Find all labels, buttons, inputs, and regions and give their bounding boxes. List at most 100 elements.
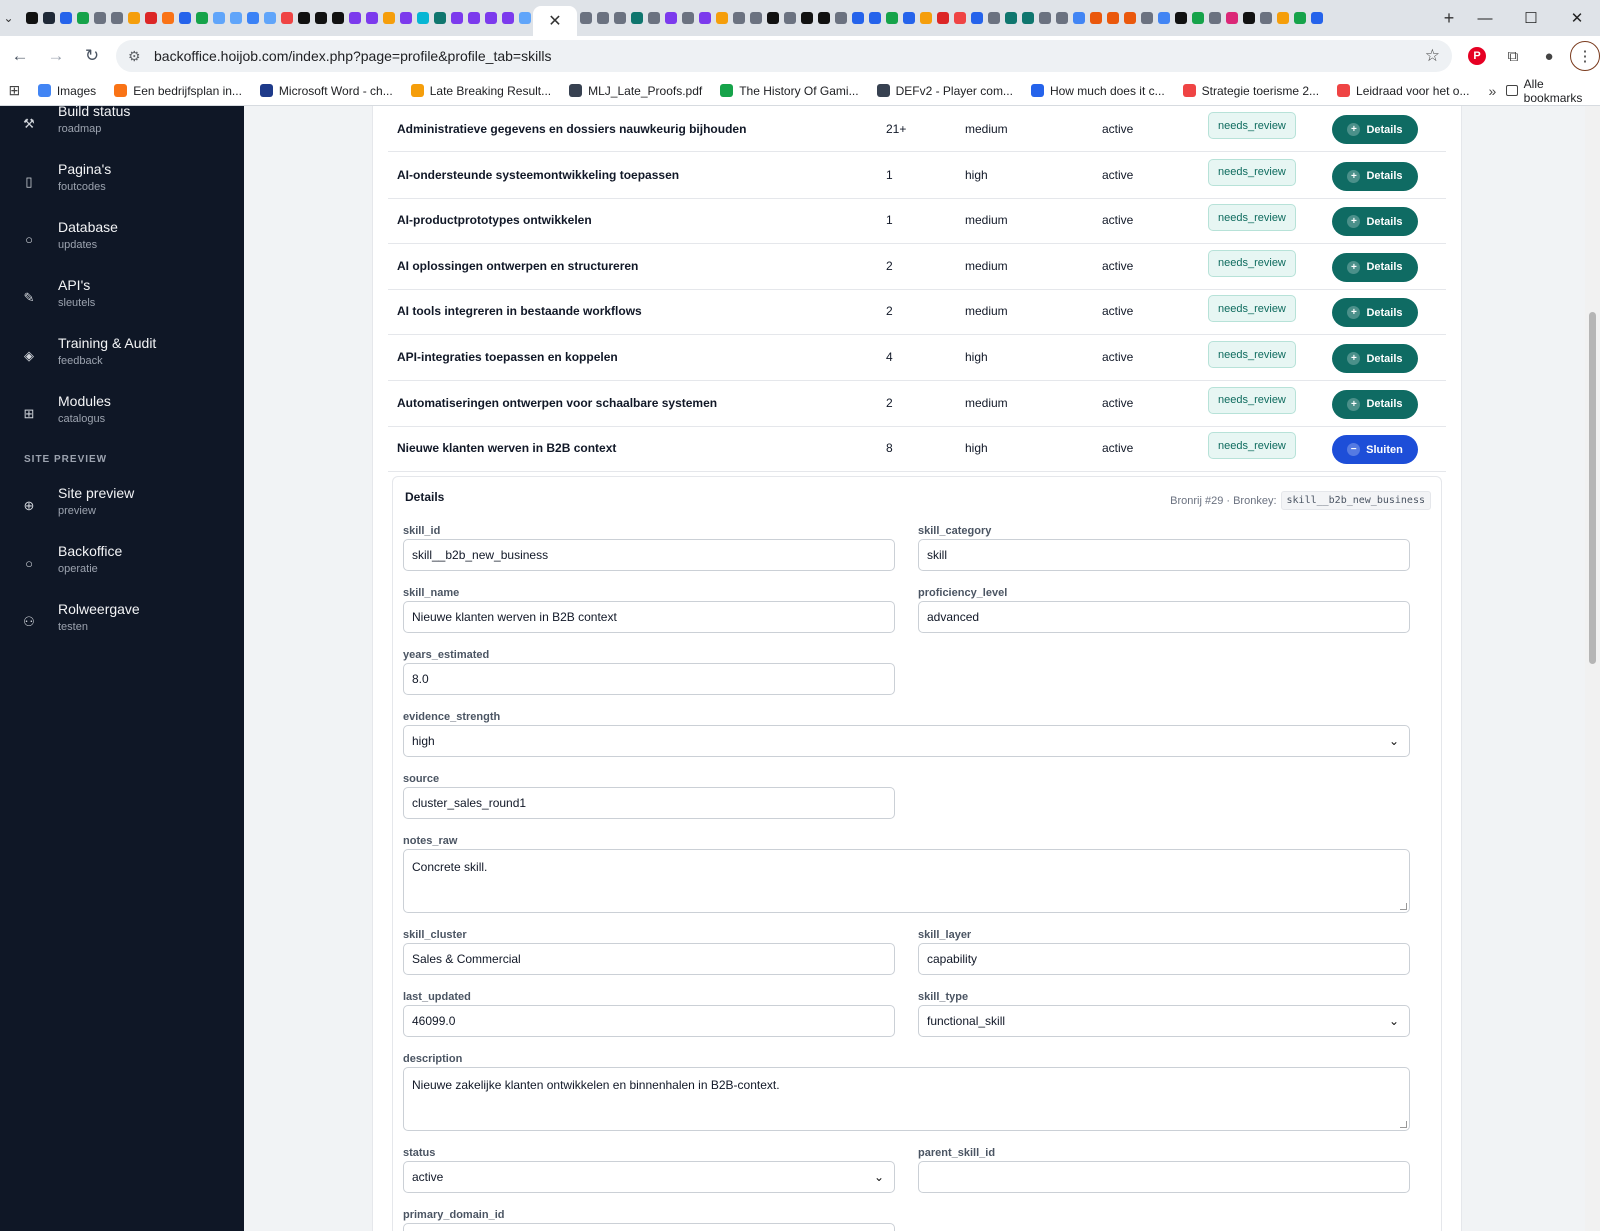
bookmark-item[interactable]: Late Breaking Result... <box>402 84 560 98</box>
maximize-button[interactable]: ☐ <box>1508 0 1554 36</box>
minimize-button[interactable]: — <box>1462 0 1508 36</box>
tab-favicon[interactable] <box>142 5 159 31</box>
tab-favicon[interactable] <box>482 5 499 31</box>
tab-favicon[interactable] <box>900 5 917 31</box>
tab-favicon[interactable] <box>798 5 815 31</box>
tab-favicon[interactable] <box>917 5 934 31</box>
tab-favicon[interactable] <box>363 5 380 31</box>
site-settings-icon[interactable]: ⚙ <box>128 48 150 65</box>
skill-category-input[interactable]: skill <box>918 539 1410 571</box>
back-icon[interactable]: ← <box>4 40 36 72</box>
tab-favicon[interactable] <box>346 5 363 31</box>
description-textarea[interactable]: Nieuwe zakelijke klanten ontwikkelen en … <box>403 1067 1410 1131</box>
tab-favicon[interactable] <box>1308 5 1325 31</box>
tab-favicon[interactable] <box>645 5 662 31</box>
tab-favicon[interactable] <box>1291 5 1308 31</box>
tab-favicon[interactable] <box>329 5 346 31</box>
primary-domain-id-input[interactable] <box>403 1223 895 1231</box>
tab-favicon[interactable] <box>431 5 448 31</box>
skill-layer-input[interactable]: capability <box>918 943 1410 975</box>
details-button[interactable]: + Details <box>1332 115 1418 144</box>
tab-favicon[interactable] <box>730 5 747 31</box>
sidebar-item-training-audit[interactable]: ◈ Training & Audit feedback <box>0 334 244 384</box>
tab-favicon[interactable] <box>883 5 900 31</box>
sidebar-item-paginas[interactable]: ▯ Pagina's foutcodes <box>0 160 244 210</box>
close-window-button[interactable]: ✕ <box>1554 0 1600 36</box>
tab-favicon[interactable] <box>594 5 611 31</box>
tab-favicon[interactable] <box>968 5 985 31</box>
tab-favicon[interactable] <box>278 5 295 31</box>
sidebar-item-build-status[interactable]: ⚒ Build status roadmap <box>0 106 244 152</box>
details-button[interactable]: + Details <box>1332 298 1418 328</box>
years-estimated-input[interactable]: 8.0 <box>403 663 895 695</box>
tab-favicon[interactable] <box>1155 5 1172 31</box>
tab-favicon[interactable] <box>662 5 679 31</box>
tab-favicon[interactable] <box>159 5 176 31</box>
forward-icon[interactable]: → <box>40 40 72 72</box>
tab-favicon[interactable] <box>193 5 210 31</box>
tab-favicon[interactable] <box>295 5 312 31</box>
tab-favicon[interactable] <box>244 5 261 31</box>
tab-favicon[interactable] <box>312 5 329 31</box>
tab-favicon[interactable] <box>1189 5 1206 31</box>
tab-favicon[interactable] <box>679 5 696 31</box>
tab-favicon[interactable] <box>781 5 798 31</box>
tab-favicon[interactable] <box>91 5 108 31</box>
tab-favicon[interactable] <box>380 5 397 31</box>
parent-skill-id-input[interactable] <box>918 1161 1410 1193</box>
tab-favicon[interactable] <box>261 5 278 31</box>
bookmark-item[interactable]: MLJ_Late_Proofs.pdf <box>560 84 711 98</box>
tab-favicon[interactable] <box>985 5 1002 31</box>
tab-favicon[interactable] <box>210 5 227 31</box>
tab-favicon[interactable] <box>696 5 713 31</box>
details-button[interactable]: + Details <box>1332 389 1418 419</box>
tab-favicon[interactable] <box>40 5 57 31</box>
tab-favicon[interactable] <box>1070 5 1087 31</box>
sidebar-item-site-preview[interactable]: ⊕ Site preview preview <box>0 484 244 534</box>
profile-avatar[interactable]: ● <box>1534 41 1564 71</box>
extensions-icon[interactable]: ⧉ <box>1498 41 1528 71</box>
apps-grid-icon[interactable]: ⊞ <box>0 82 29 99</box>
tab-favicon[interactable] <box>74 5 91 31</box>
address-bar[interactable]: ⚙ backoffice.hoijob.com/index.php?page=p… <box>116 40 1452 72</box>
tab-favicon[interactable] <box>1223 5 1240 31</box>
resize-handle-icon[interactable] <box>1400 903 1407 910</box>
tab-favicon[interactable] <box>176 5 193 31</box>
bookmark-item[interactable]: DEFv2 - Player com... <box>868 84 1022 98</box>
notes-raw-textarea[interactable]: Concrete skill. <box>403 849 1410 913</box>
bookmark-star-icon[interactable]: ☆ <box>1425 46 1440 66</box>
sidebar-item-rolweergave[interactable]: ⚇ Rolweergave testen <box>0 600 244 650</box>
details-button[interactable]: + Details <box>1332 344 1418 373</box>
tab-favicon[interactable] <box>1206 5 1223 31</box>
bookmark-item[interactable]: How much does it c... <box>1022 84 1174 98</box>
close-tab-icon[interactable]: ✕ <box>548 11 561 31</box>
tab-favicon[interactable] <box>1053 5 1070 31</box>
skill-name-input[interactable]: Nieuwe klanten werven in B2B context <box>403 601 895 633</box>
tab-favicon[interactable] <box>611 5 628 31</box>
skill-type-select[interactable]: functional_skill ⌄ <box>918 1005 1410 1037</box>
sidebar-item-database[interactable]: ○ Database updates <box>0 218 244 268</box>
tab-favicon[interactable] <box>1172 5 1189 31</box>
tab-favicon[interactable] <box>1274 5 1291 31</box>
tab-favicon[interactable] <box>1257 5 1274 31</box>
source-input[interactable]: cluster_sales_round1 <box>403 787 895 819</box>
page-scrollbar[interactable] <box>1585 106 1600 1231</box>
sidebar-item-backoffice[interactable]: ○ Backoffice operatie <box>0 542 244 592</box>
tab-favicon[interactable] <box>1087 5 1104 31</box>
tab-favicon[interactable] <box>951 5 968 31</box>
tab-favicon[interactable] <box>628 5 645 31</box>
tab-favicon[interactable] <box>764 5 781 31</box>
tab-favicon[interactable] <box>713 5 730 31</box>
skill-id-input[interactable]: skill__b2b_new_business <box>403 539 895 571</box>
browser-menu-icon[interactable]: ⋮ <box>1570 41 1600 71</box>
tab-favicon[interactable] <box>499 5 516 31</box>
tab-favicon[interactable] <box>227 5 244 31</box>
close-details-button[interactable]: − Sluiten <box>1332 435 1418 465</box>
tab-favicon[interactable] <box>465 5 482 31</box>
tab-favicon[interactable] <box>849 5 866 31</box>
scrollbar-thumb[interactable] <box>1589 312 1596 664</box>
tab-favicon[interactable] <box>866 5 883 31</box>
tab-favicon[interactable] <box>934 5 951 31</box>
tab-favicon[interactable] <box>577 5 594 31</box>
more-bookmarks-icon[interactable]: » <box>1478 83 1506 99</box>
